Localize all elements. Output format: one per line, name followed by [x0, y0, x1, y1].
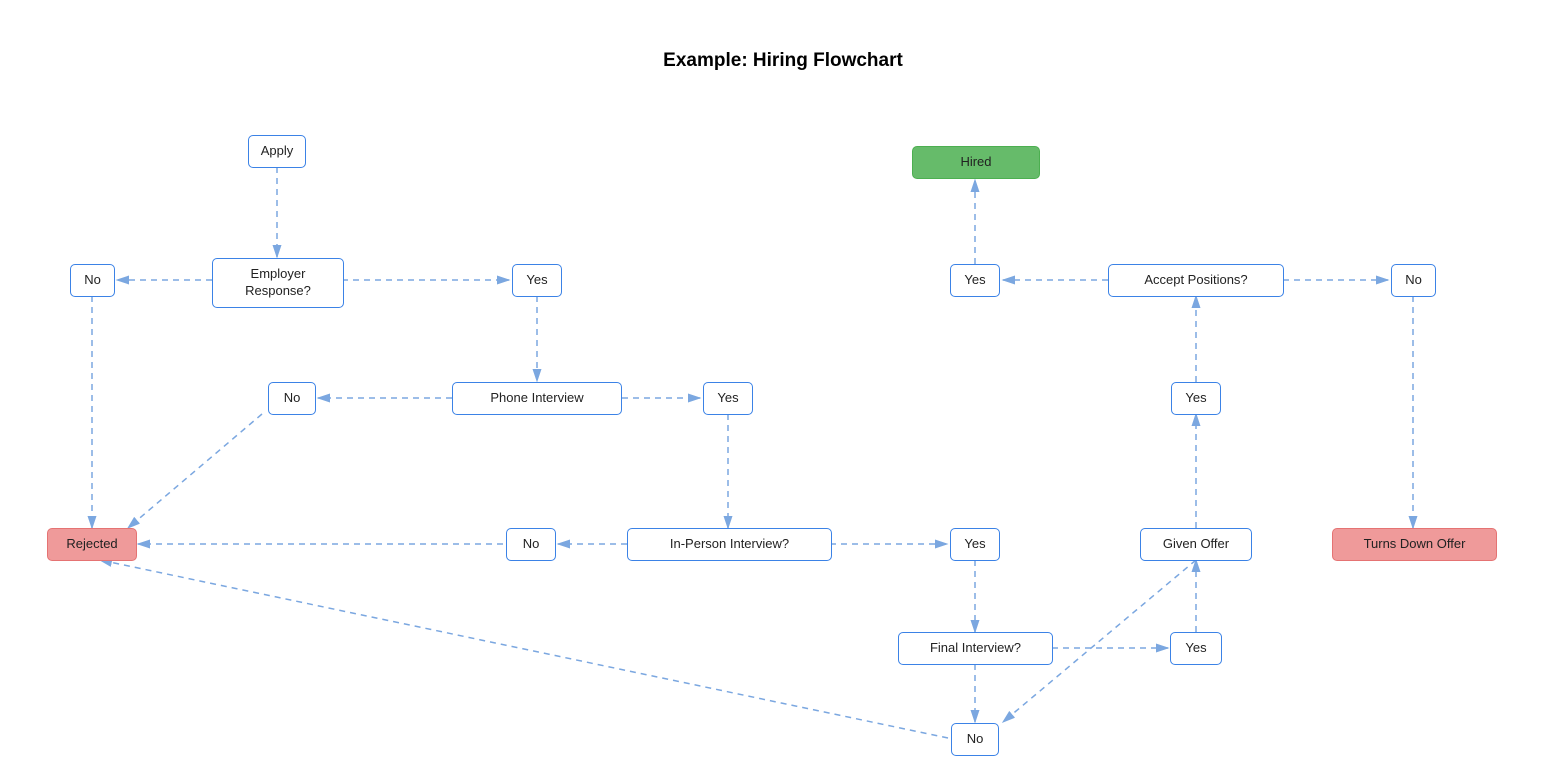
node-er-yes: Yes: [512, 264, 562, 297]
node-apply: Apply: [248, 135, 306, 168]
node-ap-no: No: [1391, 264, 1436, 297]
node-pi-no: No: [268, 382, 316, 415]
node-ip-yes: Yes: [950, 528, 1000, 561]
node-given-offer: Given Offer: [1140, 528, 1252, 561]
node-employer-response: EmployerResponse?: [212, 258, 344, 308]
node-final-interview: Final Interview?: [898, 632, 1053, 665]
diagram-title: Example: Hiring Flowchart: [663, 50, 903, 72]
node-ip-no: No: [506, 528, 556, 561]
node-phone-interview: Phone Interview: [452, 382, 622, 415]
node-ap-yes: Yes: [950, 264, 1000, 297]
edges-layer: [0, 0, 1566, 783]
node-hired: Hired: [912, 146, 1040, 179]
node-in-person: In-Person Interview?: [627, 528, 832, 561]
node-accept-positions: Accept Positions?: [1108, 264, 1284, 297]
node-rejected: Rejected: [47, 528, 137, 561]
node-pi-yes: Yes: [703, 382, 753, 415]
node-er-no: No: [70, 264, 115, 297]
node-fi-no: No: [951, 723, 999, 756]
node-turns-down: Turns Down Offer: [1332, 528, 1497, 561]
node-fi-yes: Yes: [1170, 632, 1222, 665]
node-go-yes: Yes: [1171, 382, 1221, 415]
